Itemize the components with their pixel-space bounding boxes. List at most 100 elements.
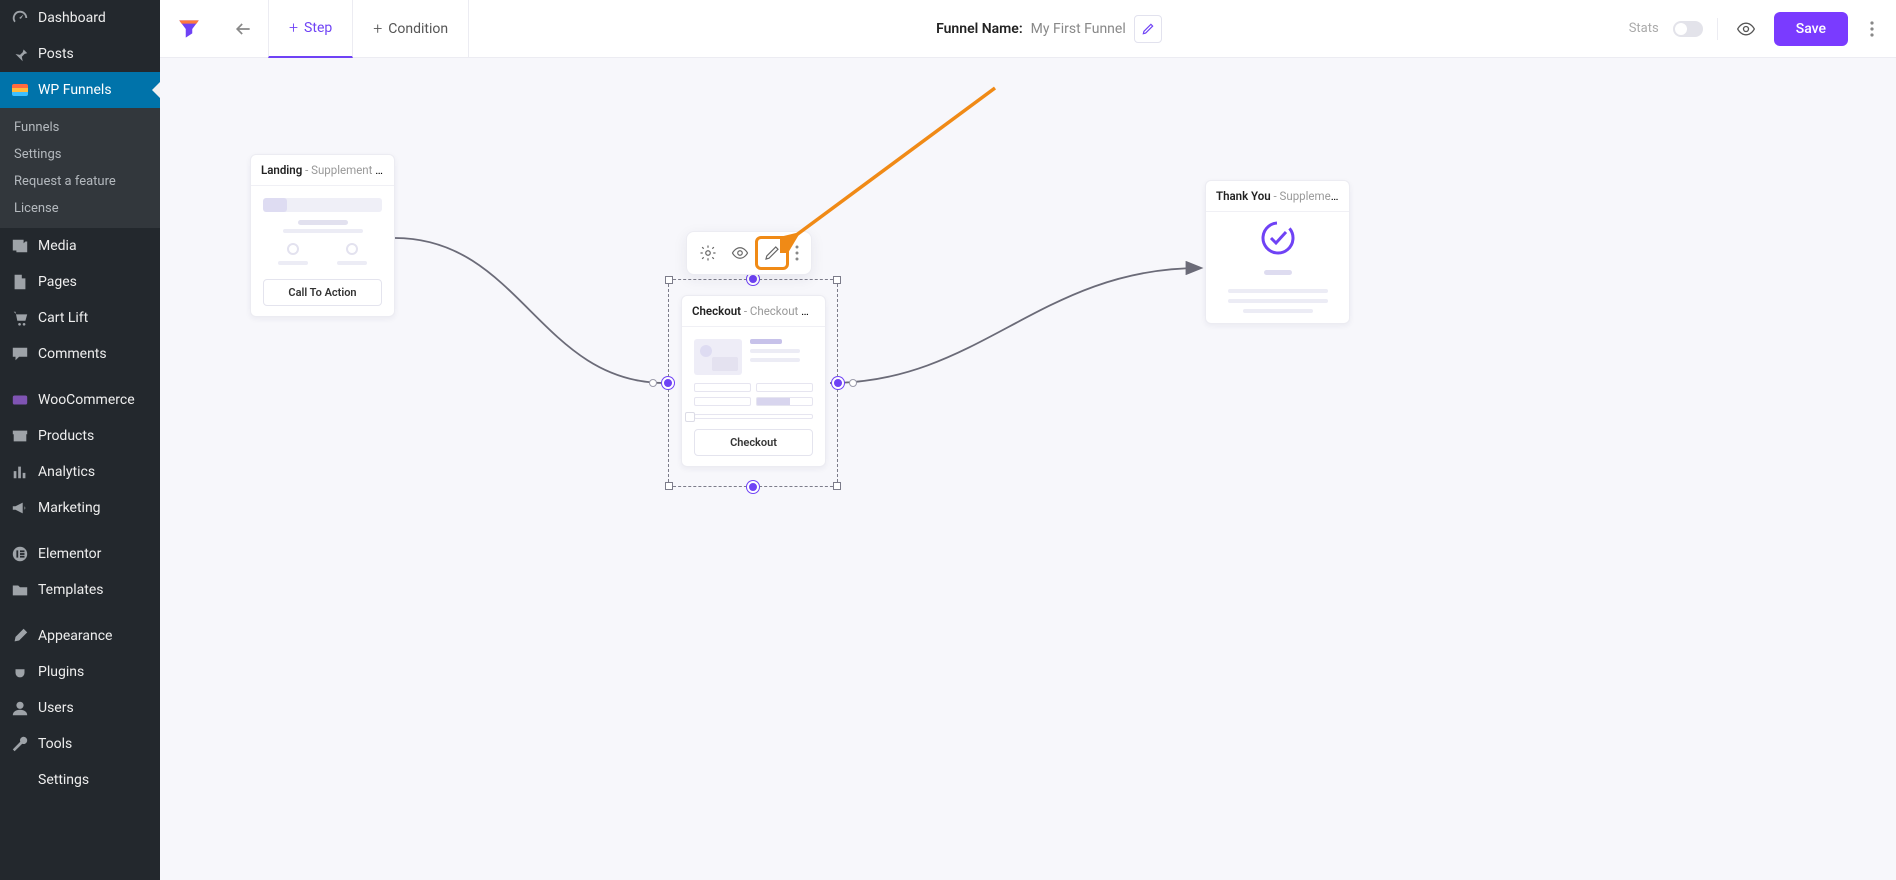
funnel-name-display: Funnel Name: My First Funnel — [469, 15, 1629, 43]
tab-condition[interactable]: + Condition — [353, 0, 469, 58]
step-card-header: Landing - Supplement La... — [251, 155, 394, 186]
port-right[interactable] — [832, 377, 844, 389]
sidebar-item-comments[interactable]: Comments — [0, 336, 160, 372]
media-icon — [10, 236, 30, 256]
sidebar-label: Posts — [38, 46, 150, 62]
funnel-name-value: My First Funnel — [1031, 21, 1126, 37]
port-out-right[interactable] — [849, 379, 857, 387]
arrow-left-icon — [233, 19, 253, 39]
eye-icon — [1736, 19, 1756, 39]
step-card-thankyou[interactable]: Thank You - Supplement T... — [1205, 180, 1350, 324]
sidebar-item-settings[interactable]: Settings — [0, 762, 160, 798]
sidebar-label: Elementor — [38, 546, 150, 562]
step-card-checkout[interactable]: Checkout - Checkout Step Checkout — [681, 295, 826, 467]
step-name: Supplement La... — [311, 163, 394, 177]
annotation-arrow-icon — [780, 78, 1010, 253]
sidebar-item-dashboard[interactable]: Dashboard — [0, 0, 160, 36]
sidebar-label: Appearance — [38, 628, 150, 644]
sidebar-item-pages[interactable]: Pages — [0, 264, 160, 300]
archive-icon — [10, 426, 30, 446]
sidebar-sub-license[interactable]: License — [0, 195, 160, 222]
preview-button[interactable] — [1732, 15, 1760, 43]
step-settings-button[interactable] — [693, 238, 723, 268]
step-more-button[interactable] — [789, 245, 805, 261]
save-button[interactable]: Save — [1774, 12, 1848, 46]
sidebar-sub-request[interactable]: Request a feature — [0, 168, 160, 195]
sidebar-label: Media — [38, 238, 150, 254]
pencil-icon — [1141, 22, 1155, 36]
megaphone-icon — [10, 498, 30, 518]
analytics-icon — [10, 462, 30, 482]
tab-step[interactable]: + Step — [268, 0, 353, 58]
folder-icon — [10, 580, 30, 600]
tab-label: Condition — [388, 21, 448, 37]
wpfunnels-icon — [10, 80, 30, 100]
port-left[interactable] — [662, 377, 674, 389]
more-menu-button[interactable] — [1862, 15, 1882, 43]
step-edit-button[interactable] — [757, 238, 787, 268]
step-name: Checkout Step — [750, 304, 824, 318]
step-card-preview: Checkout — [682, 327, 825, 466]
sidebar-label: Templates — [38, 582, 150, 598]
sidebar-item-media[interactable]: Media — [0, 228, 160, 264]
sidebar-item-wpfunnels[interactable]: WP Funnels — [0, 72, 160, 108]
sidebar-item-templates[interactable]: Templates — [0, 572, 160, 608]
funnel-name-key: Funnel Name: — [936, 21, 1023, 37]
funnel-editor: + Step + Condition Funnel Name: My First… — [160, 0, 1896, 880]
sidebar-item-products[interactable]: Products — [0, 418, 160, 454]
sidebar-item-users[interactable]: Users — [0, 690, 160, 726]
sidebar-label: Pages — [38, 274, 150, 290]
step-type: Checkout — [692, 304, 741, 318]
sidebar-item-plugins[interactable]: Plugins — [0, 654, 160, 690]
sliders-icon — [10, 770, 30, 790]
step-name: Supplement T... — [1280, 189, 1349, 203]
sidebar-item-posts[interactable]: Posts — [0, 36, 160, 72]
sidebar-label: Marketing — [38, 500, 150, 516]
sidebar-label: Analytics — [38, 464, 150, 480]
step-view-button[interactable] — [725, 238, 755, 268]
page-icon — [10, 272, 30, 292]
step-cta-label: Checkout — [694, 429, 813, 456]
stats-toggle[interactable] — [1673, 21, 1703, 37]
check-circle-icon — [1258, 218, 1298, 258]
sidebar-item-marketing[interactable]: Marketing — [0, 490, 160, 526]
step-type: Landing — [261, 163, 302, 177]
sidebar-item-elementor[interactable]: Elementor — [0, 536, 160, 572]
sidebar-label: Comments — [38, 346, 150, 362]
sidebar-submenu-wpfunnels: Funnels Settings Request a feature Licen… — [0, 108, 160, 228]
step-cta-label: Call To Action — [263, 279, 382, 306]
port-out-left[interactable] — [649, 379, 657, 387]
eye-icon — [731, 244, 749, 262]
brush-icon — [10, 626, 30, 646]
pencil-icon — [763, 244, 781, 262]
pin-icon — [10, 44, 30, 64]
sidebar-label: WP Funnels — [38, 82, 150, 98]
step-card-landing[interactable]: Landing - Supplement La... Call To Actio… — [250, 154, 395, 317]
sidebar-label: WooCommerce — [38, 392, 150, 408]
funnel-canvas[interactable]: Landing - Supplement La... Call To Actio… — [160, 58, 1896, 880]
woocommerce-icon — [10, 390, 30, 410]
sidebar-label: Cart Lift — [38, 310, 150, 326]
editor-topbar: + Step + Condition Funnel Name: My First… — [160, 0, 1896, 58]
sidebar-sub-funnels[interactable]: Funnels — [0, 114, 160, 141]
stats-label: Stats — [1629, 21, 1659, 36]
sidebar-item-woocommerce[interactable]: WooCommerce — [0, 382, 160, 418]
step-floating-toolbar — [686, 231, 812, 275]
plus-icon: + — [373, 19, 382, 38]
port-bottom[interactable] — [747, 481, 759, 493]
sidebar-sub-settings[interactable]: Settings — [0, 141, 160, 168]
wrench-icon — [10, 734, 30, 754]
sidebar-item-tools[interactable]: Tools — [0, 726, 160, 762]
tab-label: Step — [304, 20, 332, 36]
comment-icon — [10, 344, 30, 364]
sidebar-label: Dashboard — [38, 10, 150, 26]
plus-icon: + — [289, 18, 298, 37]
sidebar-item-appearance[interactable]: Appearance — [0, 618, 160, 654]
step-card-preview — [1206, 212, 1349, 323]
gear-icon — [699, 244, 717, 262]
sidebar-item-cartlift[interactable]: Cart Lift — [0, 300, 160, 336]
sidebar-item-analytics[interactable]: Analytics — [0, 454, 160, 490]
edit-funnel-name-button[interactable] — [1134, 15, 1162, 43]
back-button[interactable] — [218, 0, 268, 58]
cart-icon — [10, 308, 30, 328]
